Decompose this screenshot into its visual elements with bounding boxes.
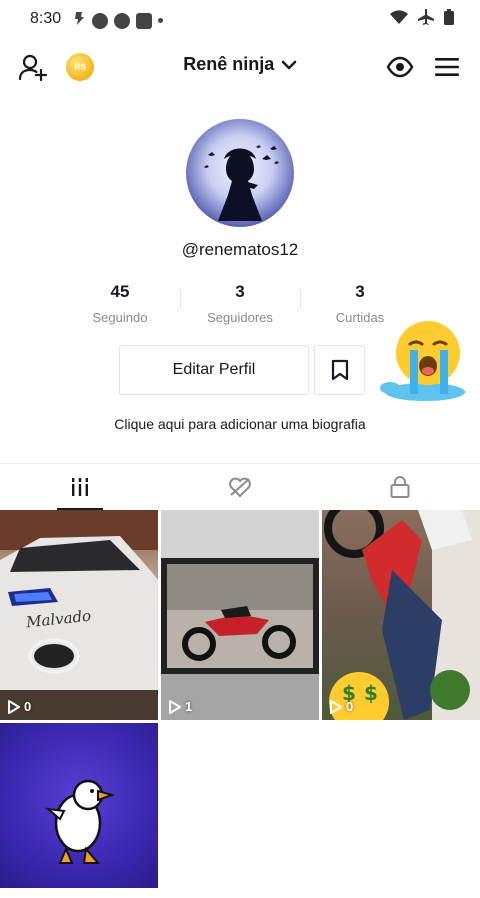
private-lock-icon	[390, 476, 410, 498]
motorbike-thumbnail-image	[161, 510, 319, 720]
play-icon	[330, 699, 342, 714]
view-count-value: 0	[346, 699, 354, 714]
play-icon	[169, 699, 181, 714]
tab-private[interactable]	[320, 464, 480, 510]
hamburger-menu-icon	[435, 58, 459, 76]
add-bio-link[interactable]: Clique aqui para adicionar uma biografia	[0, 416, 480, 432]
crying-face-icon	[380, 321, 465, 401]
video-thumbnail[interactable]: $ $ 0	[322, 510, 480, 720]
wifi-icon	[390, 10, 408, 24]
view-count: 0	[8, 699, 31, 714]
notification-icons	[72, 10, 163, 31]
video-thumbnail[interactable]	[0, 723, 158, 888]
capcut-icon	[136, 12, 152, 29]
username: Renê ninja	[183, 54, 275, 74]
profile-views-button[interactable]	[386, 56, 414, 83]
crying-emoji-sticker	[370, 318, 465, 408]
view-count-value: 0	[24, 699, 32, 714]
favorites-button[interactable]	[314, 345, 365, 395]
eye-icon	[386, 56, 414, 78]
profile-tabs	[0, 463, 480, 510]
stat-value: 45	[110, 282, 130, 301]
bookmark-icon	[331, 359, 348, 381]
liked-videos-icon	[229, 477, 251, 498]
avatar[interactable]	[186, 119, 294, 227]
play-icon	[8, 699, 20, 714]
status-bar: 8:30	[0, 0, 480, 36]
stat-value: 3	[355, 282, 365, 301]
stat-followers[interactable]: 3 Seguidores	[180, 282, 300, 325]
message-icon	[92, 12, 108, 29]
airplane-mode-icon	[418, 9, 434, 25]
dot-icon	[158, 18, 163, 23]
stat-following[interactable]: 45 Seguindo	[60, 282, 180, 325]
profile-handle: @renematos12	[181, 240, 299, 259]
video-thumbnail[interactable]: 1	[161, 510, 319, 720]
stat-label: Seguidores	[207, 310, 273, 325]
system-icons	[390, 9, 454, 25]
dancing-duck-image	[44, 779, 116, 864]
view-count: 0	[330, 699, 353, 714]
menu-button[interactable]	[434, 57, 460, 82]
ninja-avatar-image	[204, 145, 279, 221]
stat-label: Seguindo	[92, 310, 148, 325]
svg-text:$: $	[364, 681, 378, 705]
tab-liked[interactable]	[160, 464, 320, 510]
profile-stats: 45 Seguindo 3 Seguidores 3 Curtidas	[60, 282, 420, 328]
chevron-down-icon	[281, 60, 297, 69]
battery-icon	[444, 9, 454, 25]
profile-header: R$ Renê ninja	[0, 44, 480, 90]
stat-value: 3	[235, 282, 245, 301]
edit-profile-button[interactable]: Editar Perfil	[119, 345, 309, 395]
tab-videos[interactable]	[0, 464, 160, 510]
videos-grid-icon	[70, 478, 90, 496]
app-notification-icon	[72, 10, 86, 31]
view-count: 1	[169, 699, 192, 714]
spotify-icon	[114, 12, 130, 29]
status-time: 8:30	[30, 10, 62, 27]
view-count-value: 1	[185, 699, 193, 714]
video-thumbnail[interactable]: Malvado 0	[0, 510, 158, 720]
